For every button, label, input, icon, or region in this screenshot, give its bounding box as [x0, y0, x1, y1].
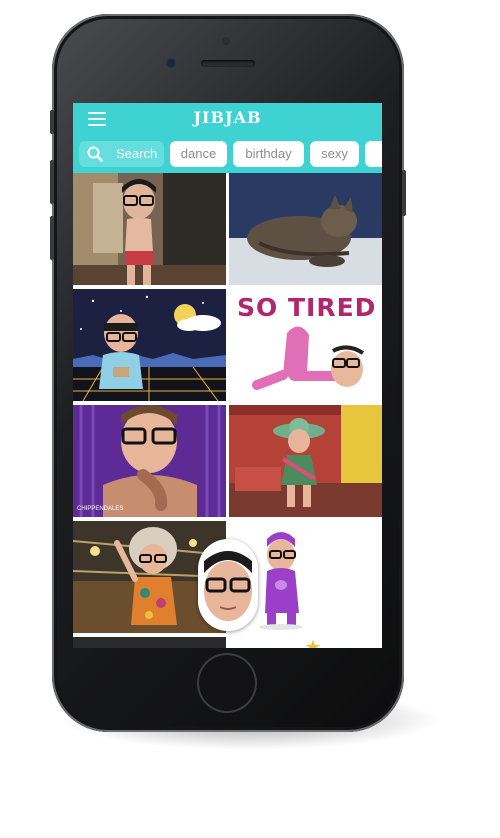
phone-mute-switch	[50, 110, 54, 134]
chip-dance[interactable]: dance	[170, 141, 227, 167]
tile-kitten-stretch[interactable]	[229, 173, 382, 285]
home-button[interactable]	[199, 655, 255, 711]
face-sticker[interactable]	[198, 539, 258, 631]
top-bar: JIBJAB Search dance birthday sexy	[73, 103, 382, 173]
chippendales-image	[73, 405, 226, 517]
tile-sombrero-dance[interactable]	[229, 405, 382, 517]
app-logo: JIBJAB	[193, 108, 262, 127]
phone-volume-up	[50, 160, 54, 204]
tile-partial-left[interactable]	[73, 637, 226, 648]
phone-power-button	[402, 170, 406, 216]
phone-volume-down	[50, 216, 54, 260]
app-screen: JIBJAB Search dance birthday sexy SO TIR…	[73, 103, 382, 648]
chip-birthday[interactable]: birthday	[233, 141, 304, 167]
sombrero-dance-image	[229, 405, 382, 517]
dancer-boxers-image	[73, 173, 226, 285]
tile-chippendales[interactable]: CHIPPENDALES	[73, 405, 226, 517]
chippendales-watermark: CHIPPENDALES	[77, 506, 124, 512]
search-label: Search	[116, 146, 158, 161]
earpiece-speaker	[201, 60, 255, 67]
proximity-sensor	[165, 57, 177, 69]
tile-so-tired[interactable]: SO TIRED	[229, 289, 382, 401]
chip-partial[interactable]	[365, 141, 382, 167]
chip-sexy[interactable]: sexy	[310, 141, 359, 167]
front-camera	[222, 37, 230, 45]
category-chip-bar: Search dance birthday sexy	[79, 141, 382, 167]
star-icon	[306, 640, 320, 648]
tile-partial-right[interactable]	[229, 637, 382, 648]
tile-night-city-dance[interactable]	[73, 289, 226, 401]
tile-dancer-boxers[interactable]	[73, 173, 226, 285]
kitten-stretch-image	[229, 173, 382, 285]
so-tired-image	[252, 326, 365, 390]
night-city-dance-image	[73, 289, 226, 401]
search-icon	[87, 146, 103, 162]
search-button[interactable]: Search	[79, 141, 164, 167]
face-sticker-image	[204, 551, 252, 621]
gif-grid: SO TIRED CHIPPENDALES	[73, 173, 382, 648]
